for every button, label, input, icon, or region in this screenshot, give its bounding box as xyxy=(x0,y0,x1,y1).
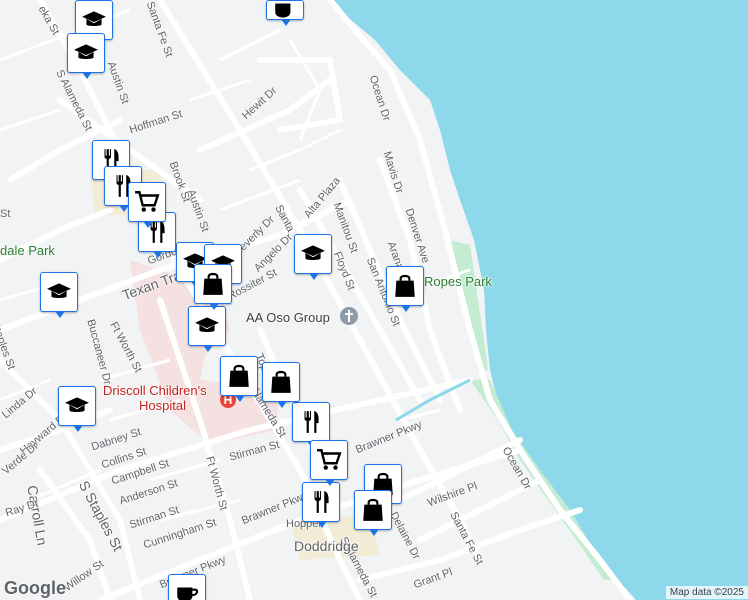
map-attribution[interactable]: Map data ©2025 xyxy=(665,586,748,599)
school-icon xyxy=(195,317,219,332)
bag-marker-4[interactable] xyxy=(262,362,300,408)
shopping-cart-icon xyxy=(317,449,342,470)
cart-marker-2[interactable] xyxy=(310,440,348,486)
hospital-label-line1: Driscoll Children's xyxy=(103,383,207,398)
shopping-cart-icon xyxy=(135,191,160,212)
church-icon[interactable] xyxy=(340,307,358,325)
school-icon xyxy=(82,11,106,26)
coffee-cup-icon xyxy=(275,3,291,18)
google-logo: Google xyxy=(4,578,66,598)
church-label: AA Oso Group xyxy=(246,310,330,325)
school-icon xyxy=(47,283,71,298)
street-edge-st: St xyxy=(0,208,11,220)
coffee-cup-icon xyxy=(177,587,199,600)
school-icon xyxy=(65,397,89,412)
hospital-label-line2: Hospital xyxy=(139,398,186,413)
shopping-bag-icon xyxy=(203,272,223,295)
shopping-bag-icon xyxy=(395,274,415,297)
bag-marker-2[interactable] xyxy=(386,266,424,312)
bag-marker-3[interactable] xyxy=(220,356,258,402)
school-marker-4[interactable] xyxy=(40,272,78,318)
shopping-bag-icon xyxy=(229,364,249,387)
school-marker-8[interactable] xyxy=(58,386,96,432)
park-label-left: dale Park xyxy=(0,243,55,258)
school-marker-7[interactable] xyxy=(188,306,226,352)
map-canvas[interactable]: dale Park Ropes Park AA Oso Group Drisco… xyxy=(0,0,748,600)
cafe-marker-top[interactable] xyxy=(266,0,304,26)
shopping-bag-icon xyxy=(363,498,383,521)
school-icon xyxy=(74,44,98,59)
cart-marker-1[interactable] xyxy=(128,182,166,228)
street-doddridge: Doddridge xyxy=(294,538,359,554)
restaurant-icon xyxy=(314,491,329,513)
restaurant-icon xyxy=(304,411,319,433)
restaurant-marker-4[interactable] xyxy=(292,402,330,448)
restaurant-marker-5[interactable] xyxy=(302,482,340,528)
bag-marker-1[interactable] xyxy=(194,264,232,310)
bag-marker-6[interactable] xyxy=(354,490,392,536)
park-label-ropes: Ropes Park xyxy=(424,274,492,289)
school-marker-3[interactable] xyxy=(294,234,332,280)
shopping-bag-icon xyxy=(271,370,291,393)
cafe-marker-1[interactable] xyxy=(168,574,206,600)
school-icon xyxy=(301,245,325,260)
school-marker-2[interactable] xyxy=(67,33,105,79)
